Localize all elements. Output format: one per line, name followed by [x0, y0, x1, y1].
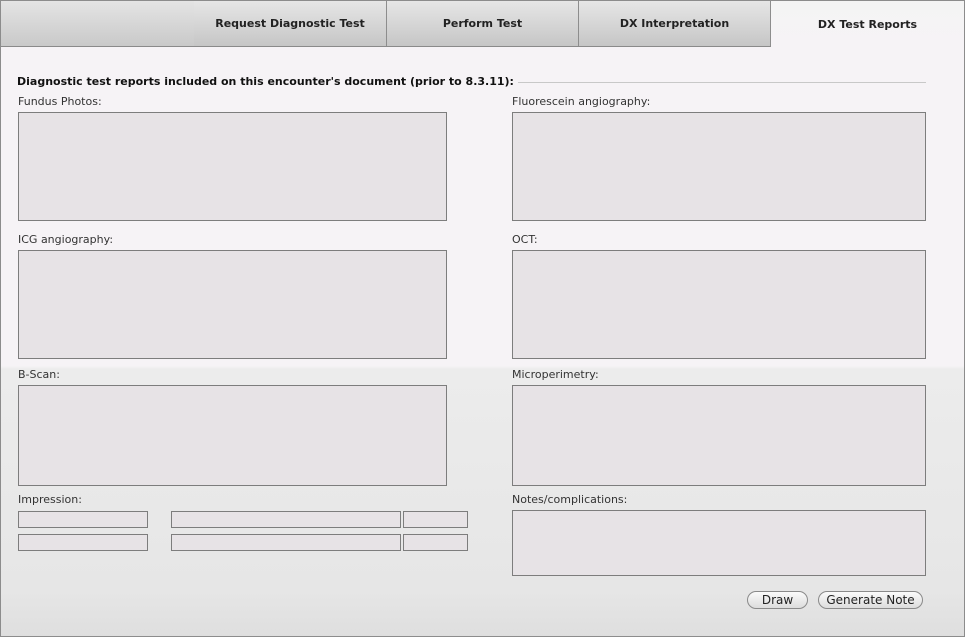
notes-complications-label: Notes/complications:: [512, 493, 628, 506]
fluorescein-angiography-label: Fluorescein angiography:: [512, 95, 651, 108]
icg-angiography-textarea[interactable]: [18, 250, 447, 359]
section-title: Diagnostic test reports included on this…: [17, 75, 518, 88]
impression-field-1b[interactable]: [171, 511, 401, 528]
microperimetry-textarea[interactable]: [512, 385, 926, 486]
tab-dx-interpretation[interactable]: DX Interpretation: [579, 1, 771, 46]
tab-spacer: [1, 1, 195, 46]
icg-angiography-label: ICG angiography:: [18, 233, 114, 246]
impression-field-2b[interactable]: [171, 534, 401, 551]
oct-label: OCT:: [512, 233, 538, 246]
impression-field-1c[interactable]: [403, 511, 468, 528]
fundus-photos-textarea[interactable]: [18, 112, 447, 221]
tab-request-diagnostic-test[interactable]: Request Diagnostic Test: [194, 1, 387, 46]
b-scan-textarea[interactable]: [18, 385, 447, 486]
impression-field-2c[interactable]: [403, 534, 468, 551]
dx-test-reports-window: Request Diagnostic Test Perform Test DX …: [0, 0, 965, 637]
draw-button[interactable]: Draw: [747, 591, 808, 609]
generate-note-button[interactable]: Generate Note: [818, 591, 923, 609]
tab-perform-test[interactable]: Perform Test: [387, 1, 579, 46]
impression-label: Impression:: [18, 493, 82, 506]
tab-dx-test-reports[interactable]: DX Test Reports: [771, 1, 964, 47]
microperimetry-label: Microperimetry:: [512, 368, 599, 381]
oct-textarea[interactable]: [512, 250, 926, 359]
b-scan-label: B-Scan:: [18, 368, 60, 381]
notes-complications-textarea[interactable]: [512, 510, 926, 576]
impression-field-2a[interactable]: [18, 534, 148, 551]
fundus-photos-label: Fundus Photos:: [18, 95, 102, 108]
impression-field-1a[interactable]: [18, 511, 148, 528]
tab-bar: Request Diagnostic Test Perform Test DX …: [1, 1, 964, 47]
fluorescein-angiography-textarea[interactable]: [512, 112, 926, 221]
